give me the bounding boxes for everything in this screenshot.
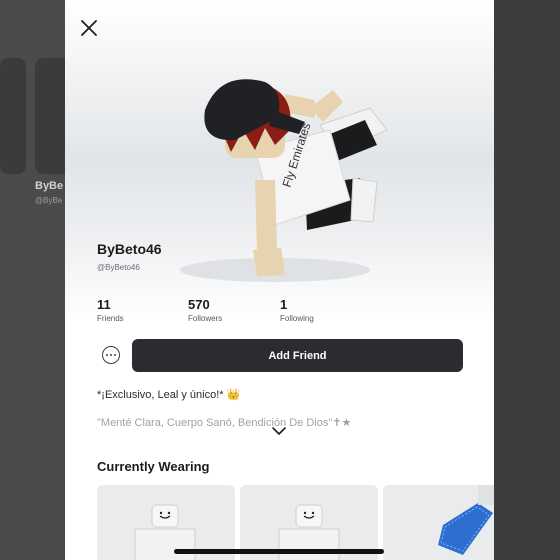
stat-following[interactable]: 1 Following [280, 297, 314, 323]
stat-label: Friends [97, 314, 124, 323]
avatar-image: Fly Emirates [180, 79, 388, 282]
background-card [0, 58, 26, 174]
stat-value: 570 [188, 297, 210, 312]
stat-label: Followers [188, 314, 223, 323]
bio-line-1: *¡Exclusivo, Leal y único!* 👑 [97, 389, 241, 401]
stat-label: Following [280, 314, 314, 323]
stat-friends[interactable]: 11 Friends [97, 297, 124, 323]
stat-value: 1 [280, 297, 288, 312]
stat-value: 11 [97, 297, 111, 312]
stat-followers[interactable]: 570 Followers [188, 297, 222, 323]
background-panel-right [494, 0, 560, 560]
chevron-down-icon[interactable] [271, 425, 287, 437]
close-icon[interactable] [77, 16, 101, 40]
home-indicator [174, 549, 384, 554]
add-friend-button[interactable]: Add Friend [132, 339, 463, 372]
more-options-icon[interactable] [102, 346, 120, 364]
currently-wearing-title: Currently Wearing [97, 459, 210, 474]
profile-handle: @ByBeto46 [97, 263, 140, 272]
background-user-name: ByBe [35, 180, 64, 192]
profile-modal: Fly Emirates ByBeto46 @ByBeto46 11 Frien… [65, 0, 494, 560]
background-panel-left: ByBe @ByBe [0, 0, 89, 560]
profile-display-name: ByBeto46 [97, 241, 162, 257]
background-user-handle: @ByBe [35, 196, 63, 205]
wearing-item-card[interactable] [383, 485, 494, 560]
bio-line-2: "Menté Clara, Cuerpo Sanó, Bendición De … [97, 417, 352, 429]
clothing-thumbnail [438, 485, 494, 555]
